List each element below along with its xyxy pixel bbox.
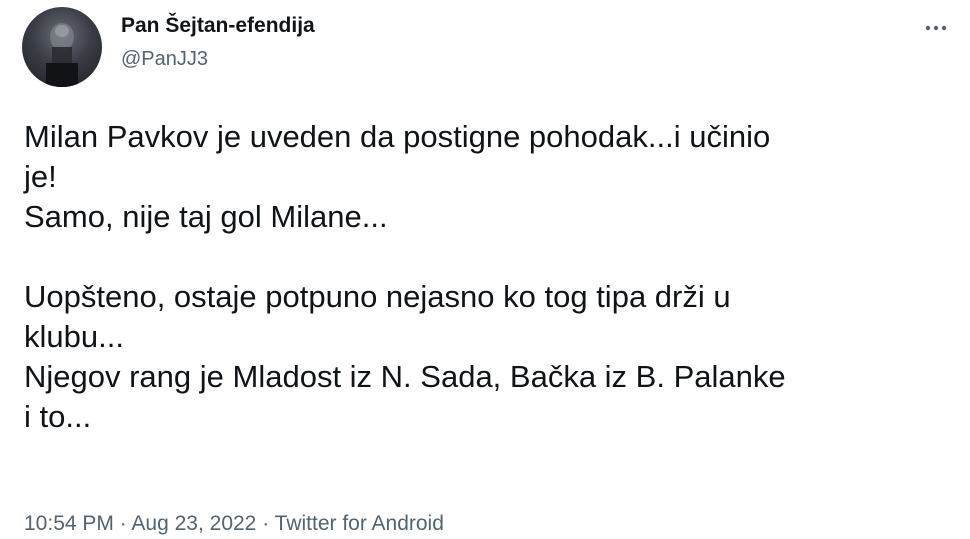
meta-separator: · <box>256 512 275 535</box>
tweet-text-line: Samo, nije taj gol Milane... <box>24 199 388 234</box>
tweet-text-line: Njegov rang je Mladost iz N. Sada, Bačka… <box>24 359 786 394</box>
tweet-text-line: Uopšteno, ostaje potpuno nejasno ko tog … <box>24 279 731 314</box>
author-handle[interactable]: @PanJJ3 <box>121 46 208 72</box>
tweet-text: Milan Pavkov je uveden da postigne pohod… <box>24 117 954 437</box>
more-options-button[interactable] <box>920 12 952 44</box>
tweet-date[interactable]: Aug 23, 2022 <box>131 512 256 535</box>
tweet-metadata: 10:54 PM · Aug 23, 2022 · Twitter for An… <box>24 509 444 539</box>
avatar[interactable] <box>22 7 102 87</box>
author-display-name[interactable]: Pan Šejtan-efendija <box>121 12 315 40</box>
more-horizontal-icon <box>925 25 947 31</box>
meta-separator: · <box>113 512 132 535</box>
tweet-text-line: i to... <box>24 399 92 434</box>
tweet-text-line: je! <box>24 159 57 194</box>
tweet-text-line <box>24 237 954 277</box>
tweet-text-line: klubu... <box>24 319 124 354</box>
tweet-card: Pan Šejtan-efendija @PanJJ3 Milan Pavkov… <box>0 0 970 535</box>
tweet-time[interactable]: 10:54 PM <box>24 512 114 535</box>
avatar-photo-icon <box>46 23 78 87</box>
tweet-text-line: Milan Pavkov je uveden da postigne pohod… <box>24 119 771 154</box>
tweet-source[interactable]: Twitter for Android <box>275 512 444 535</box>
